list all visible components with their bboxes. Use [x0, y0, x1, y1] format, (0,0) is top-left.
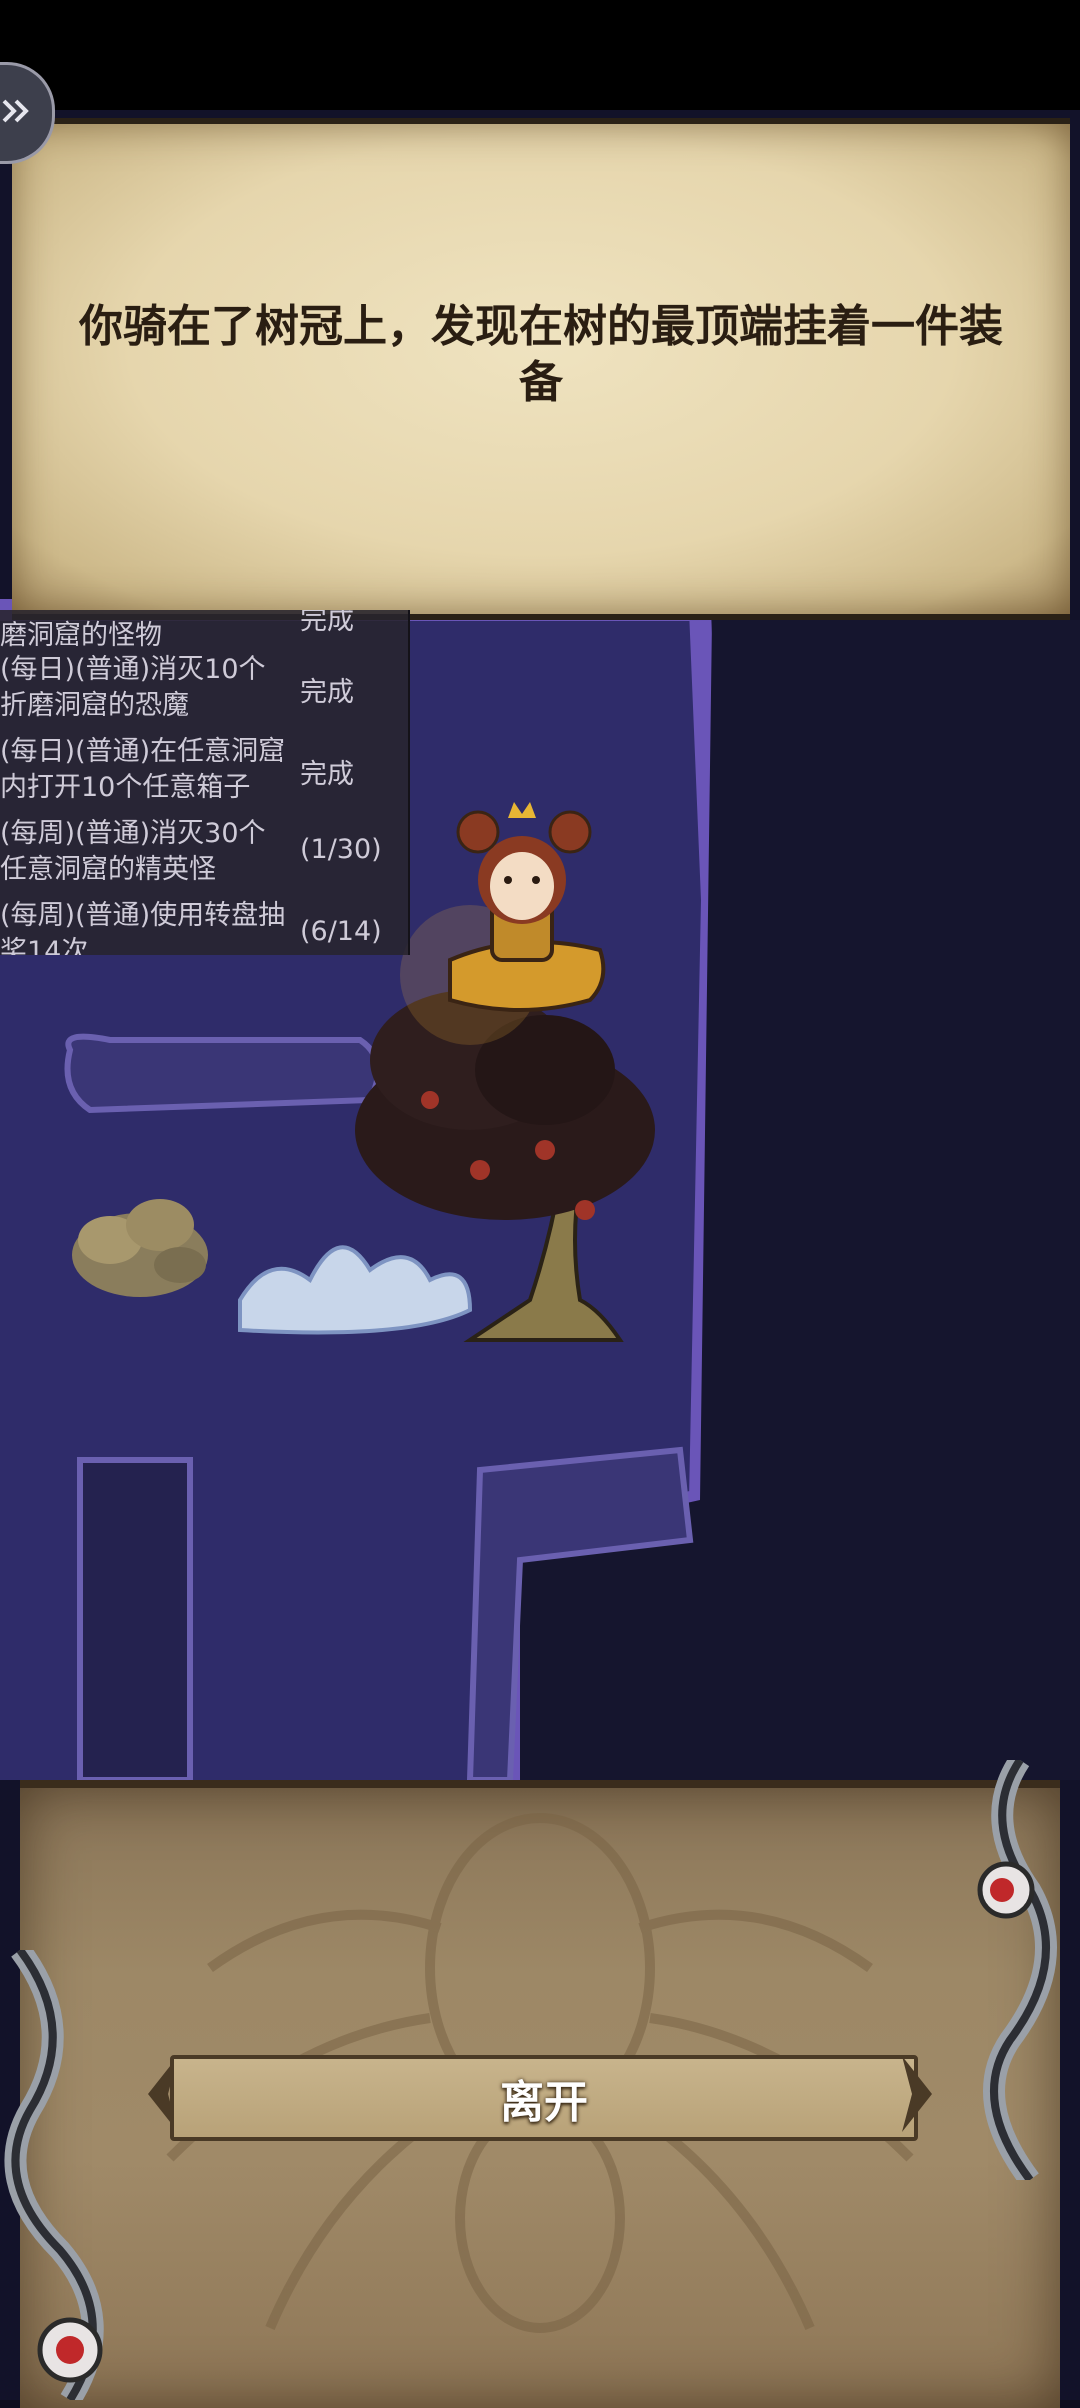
quest-row[interactable]: (每周)(普通)使用转盘抽奖14次 (6/14) — [0, 898, 408, 955]
dialog-text: 你骑在了树冠上，发现在树的最顶端挂着一件装备 — [79, 301, 1003, 408]
double-chevron-icon — [0, 91, 36, 135]
status-bar-area — [0, 0, 1080, 110]
quest-status: 完成 — [300, 677, 354, 708]
dialog-panel: 你骑在了树冠上，发现在树的最顶端挂着一件装备 — [12, 118, 1070, 620]
quest-status: (6/14) — [300, 916, 382, 947]
quest-status: 完成 — [300, 610, 354, 636]
quest-status: (1/30) — [300, 834, 382, 865]
quest-text: 磨洞窟的怪物 — [0, 620, 162, 651]
quest-text: (每周)(普通)使用转盘抽奖14次 — [0, 900, 286, 955]
rock-ledge — [64, 1033, 381, 1114]
thorn-frame-right — [977, 1760, 1057, 2180]
quest-status: 完成 — [300, 759, 354, 790]
button-cap-right — [902, 2056, 932, 2132]
thorn-frame-left — [4, 1950, 104, 2400]
quest-text: (每日)(普通)在任意洞窟内打开10个任意箱子 — [0, 736, 286, 803]
quest-text: (每日)(普通)消灭10个折磨洞窟的恐魔 — [0, 654, 266, 721]
quest-row[interactable]: (每日)(普通)在任意洞窟内打开10个任意箱子 完成 — [0, 734, 408, 814]
quest-text: (每周)(普通)消灭30个任意洞窟的精英怪 — [0, 818, 266, 885]
quest-row[interactable]: (每周)(普通)消灭30个任意洞窟的精英怪 (1/30) — [0, 816, 408, 896]
quest-log: 磨洞窟的怪物 完成 (每日)(普通)消灭10个折磨洞窟的恐魔 完成 (每日)(普… — [0, 610, 410, 955]
leave-button[interactable]: 离开 — [170, 2055, 918, 2141]
quest-row[interactable]: (每日)(普通)消灭10个折磨洞窟的恐魔 完成 — [0, 652, 408, 732]
